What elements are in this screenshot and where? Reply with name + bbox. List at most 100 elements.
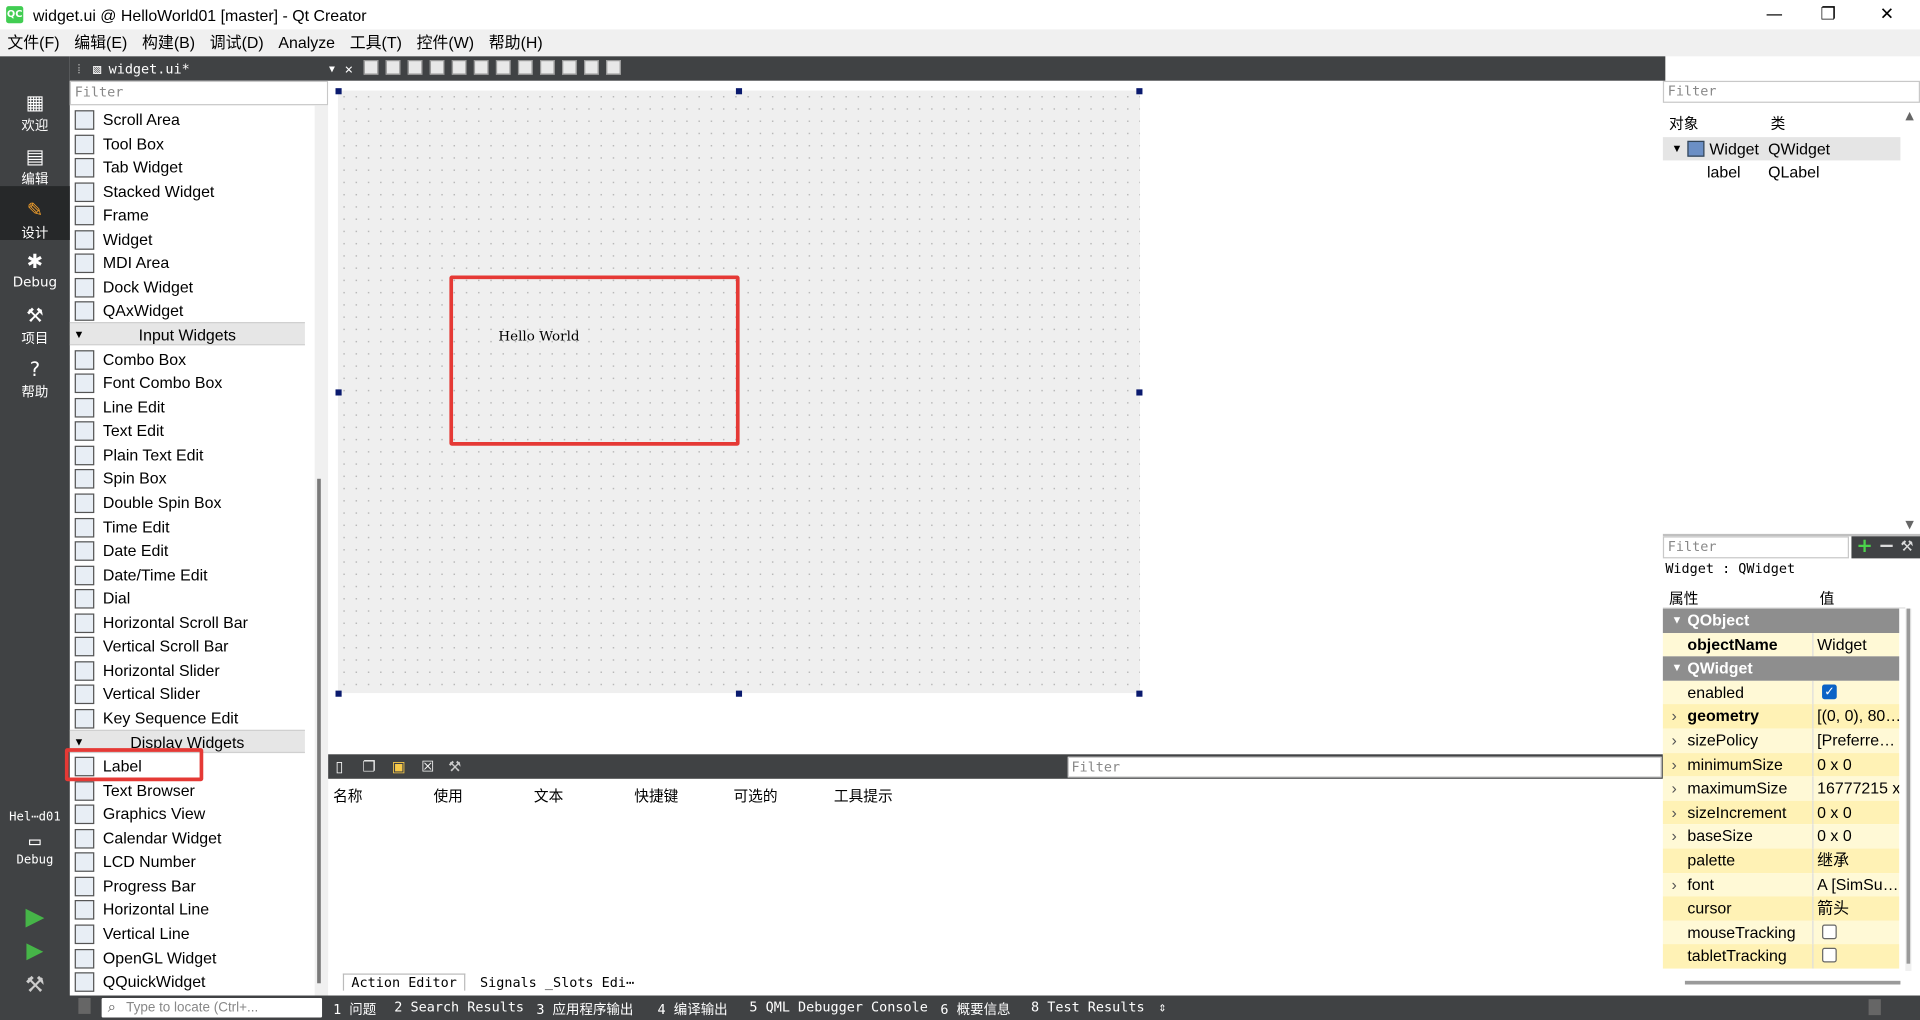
- chevron-right-icon[interactable]: ›: [1671, 873, 1676, 897]
- pane-issues[interactable]: 1 问题: [333, 999, 376, 1019]
- mode-help[interactable]: ? 帮助: [0, 358, 70, 402]
- col-name[interactable]: 名称: [333, 785, 362, 806]
- property-value[interactable]: 0 x 0: [1817, 825, 1899, 849]
- menu-edit[interactable]: 编辑(E): [67, 29, 135, 56]
- pane-compile-output[interactable]: 4 编译输出: [658, 999, 728, 1019]
- layout-form-icon[interactable]: [540, 59, 555, 75]
- widgetbox-item-vertical-line[interactable]: Vertical Line: [70, 922, 315, 946]
- property-value[interactable]: 箭头: [1817, 897, 1899, 921]
- mode-edit[interactable]: ▤ 编辑: [0, 144, 70, 188]
- break-layout-icon[interactable]: [584, 59, 599, 75]
- widgetbox-item-lcd-number[interactable]: LCD Number: [70, 850, 315, 874]
- property-row-geometry[interactable]: › geometry [(0, 0), 800 x: [1662, 704, 1900, 729]
- chevron-down-icon[interactable]: ▼: [329, 63, 335, 74]
- property-row-minimumsize[interactable]: › minimumSize 0 x 0: [1662, 752, 1900, 777]
- col-shortcut[interactable]: 快捷键: [634, 785, 678, 806]
- col-property[interactable]: 属性: [1669, 588, 1698, 609]
- widgetbox-item-horizontal-line[interactable]: Horizontal Line: [70, 898, 315, 922]
- property-row-maximumsize[interactable]: › maximumSize 16777215 x: [1662, 776, 1900, 801]
- close-window-button[interactable]: ✕: [1859, 0, 1915, 29]
- widgetbox-category[interactable]: ▼ Input Widgets: [69, 322, 305, 346]
- menu-widgets[interactable]: 控件(W): [409, 29, 481, 56]
- maximize-button[interactable]: ❐: [1800, 0, 1856, 29]
- layout-horizontal-icon[interactable]: [452, 59, 467, 75]
- widgetbox-item-horizontal-scroll-bar[interactable]: Horizontal Scroll Bar: [70, 611, 315, 635]
- widgetbox-item-plain-text-edit[interactable]: Plain Text Edit: [70, 443, 315, 467]
- mode-design[interactable]: ✎ 设计: [0, 186, 70, 241]
- resize-handle[interactable]: [335, 690, 342, 697]
- chevron-down-icon[interactable]: ▼: [73, 323, 84, 346]
- property-row-mousetracking[interactable]: mouseTracking: [1662, 920, 1900, 945]
- property-value[interactable]: A [SimSun, 9]: [1817, 873, 1899, 897]
- property-scroll-thumb[interactable]: [1906, 608, 1911, 964]
- mode-projects[interactable]: ⚒ 项目: [0, 304, 70, 348]
- menu-analyze[interactable]: Analyze: [271, 29, 342, 56]
- layout-vertical-icon[interactable]: [474, 59, 489, 75]
- object-row-label[interactable]: label QLabel: [1663, 160, 1901, 183]
- menu-help[interactable]: 帮助(H): [481, 29, 550, 56]
- property-row-basesize[interactable]: › baseSize 0 x 0: [1662, 824, 1900, 849]
- close-document-button[interactable]: ✕: [345, 61, 353, 77]
- action-filter-input[interactable]: Filter: [1067, 756, 1662, 778]
- mode-debug[interactable]: ✱ Debug: [0, 250, 70, 290]
- object-row-widget[interactable]: ▼ Widget QWidget: [1662, 137, 1901, 161]
- widgetbox-item-double-spin-box[interactable]: Double Spin Box: [70, 491, 315, 515]
- chevron-down-icon[interactable]: ▼: [1671, 137, 1682, 160]
- property-checkbox[interactable]: ✓: [1822, 684, 1837, 699]
- property-value[interactable]: 0 x 0: [1817, 753, 1899, 777]
- property-group-qwidget[interactable]: ▼ QWidget: [1662, 656, 1900, 681]
- remove-property-icon[interactable]: −: [1878, 534, 1894, 557]
- pane-more-icon[interactable]: ⇕: [1158, 999, 1166, 1015]
- property-row-cursor[interactable]: cursor 箭头: [1662, 896, 1900, 921]
- locator-input[interactable]: Type to locate (Ctrl+...: [101, 997, 323, 1018]
- widgetbox-item-qquickwidget[interactable]: QQuickWidget: [70, 970, 315, 994]
- debug-run-button[interactable]: ▶: [0, 938, 70, 964]
- edit-widgets-icon[interactable]: [363, 59, 379, 75]
- tab-signals-slots-editor[interactable]: Signals _Slots Edi⋯: [480, 975, 634, 991]
- widgetbox-item-qaxwidget[interactable]: QAxWidget: [70, 299, 315, 323]
- property-row-sizepolicy[interactable]: › sizePolicy [Preferred, Pr: [1662, 728, 1900, 753]
- edit-signals-icon[interactable]: [385, 59, 401, 75]
- widgetbox-item-line-edit[interactable]: Line Edit: [70, 395, 315, 419]
- chevron-right-icon[interactable]: ›: [1671, 705, 1676, 729]
- pane-qml-debugger-console[interactable]: 5 QML Debugger Console: [749, 999, 927, 1015]
- menu-tools[interactable]: 工具(T): [342, 29, 409, 56]
- widgetbox-item-tool-box[interactable]: Tool Box: [70, 132, 315, 156]
- col-used[interactable]: 使用: [433, 785, 462, 806]
- widgetbox-item-vertical-slider[interactable]: Vertical Slider: [70, 683, 315, 707]
- widgetbox-item-text-browser[interactable]: Text Browser: [70, 778, 315, 802]
- widgetbox-item-widget[interactable]: Widget: [70, 228, 315, 252]
- property-value[interactable]: 继承: [1817, 849, 1899, 873]
- chevron-right-icon[interactable]: ›: [1671, 801, 1676, 825]
- scroll-down-icon[interactable]: ▼: [1905, 519, 1913, 531]
- chevron-right-icon[interactable]: ›: [1671, 825, 1676, 849]
- property-value[interactable]: Widget: [1817, 633, 1899, 657]
- configure-icon[interactable]: ⚒: [1900, 538, 1913, 555]
- edit-tab-order-icon[interactable]: [429, 59, 445, 75]
- widgetbox-item-stacked-widget[interactable]: Stacked Widget: [70, 180, 315, 204]
- property-checkbox[interactable]: [1822, 948, 1837, 963]
- sidebar-toggle-icon[interactable]: [78, 997, 91, 1014]
- widgetbox-item-vertical-scroll-bar[interactable]: Vertical Scroll Bar: [70, 635, 315, 659]
- widgetbox-item-time-edit[interactable]: Time Edit: [70, 515, 315, 539]
- widgetbox-item-graphics-view[interactable]: Graphics View: [70, 802, 315, 826]
- configure-icon[interactable]: ⚒: [448, 758, 461, 775]
- chevron-down-icon[interactable]: ▼: [1671, 609, 1682, 633]
- output-toggle-icon[interactable]: [1868, 999, 1881, 1016]
- widgetbox-item-tab-widget[interactable]: Tab Widget: [70, 156, 315, 180]
- widgetbox-item-date-edit[interactable]: Date Edit: [70, 539, 315, 563]
- build-button[interactable]: ⚒: [0, 972, 70, 998]
- widgetbox-item-calendar-widget[interactable]: Calendar Widget: [70, 826, 315, 850]
- widgetbox-item-dial[interactable]: Dial: [70, 587, 315, 611]
- adjust-size-icon[interactable]: [606, 59, 621, 75]
- widgetbox-item-opengl-widget[interactable]: OpenGL Widget: [70, 946, 315, 970]
- pane-search-results[interactable]: 2 Search Results: [394, 999, 524, 1015]
- property-row-tablettracking[interactable]: tabletTracking: [1662, 944, 1900, 969]
- col-object[interactable]: 对象: [1669, 113, 1698, 134]
- widgetbox-item-frame[interactable]: Frame: [70, 204, 315, 228]
- paste-action-icon[interactable]: ▣: [392, 758, 406, 775]
- mode-welcome[interactable]: ▦ 欢迎: [0, 91, 70, 135]
- col-text[interactable]: 文本: [534, 785, 563, 806]
- property-row-sizeincrement[interactable]: › sizeIncrement 0 x 0: [1662, 800, 1900, 825]
- resize-handle[interactable]: [735, 88, 743, 95]
